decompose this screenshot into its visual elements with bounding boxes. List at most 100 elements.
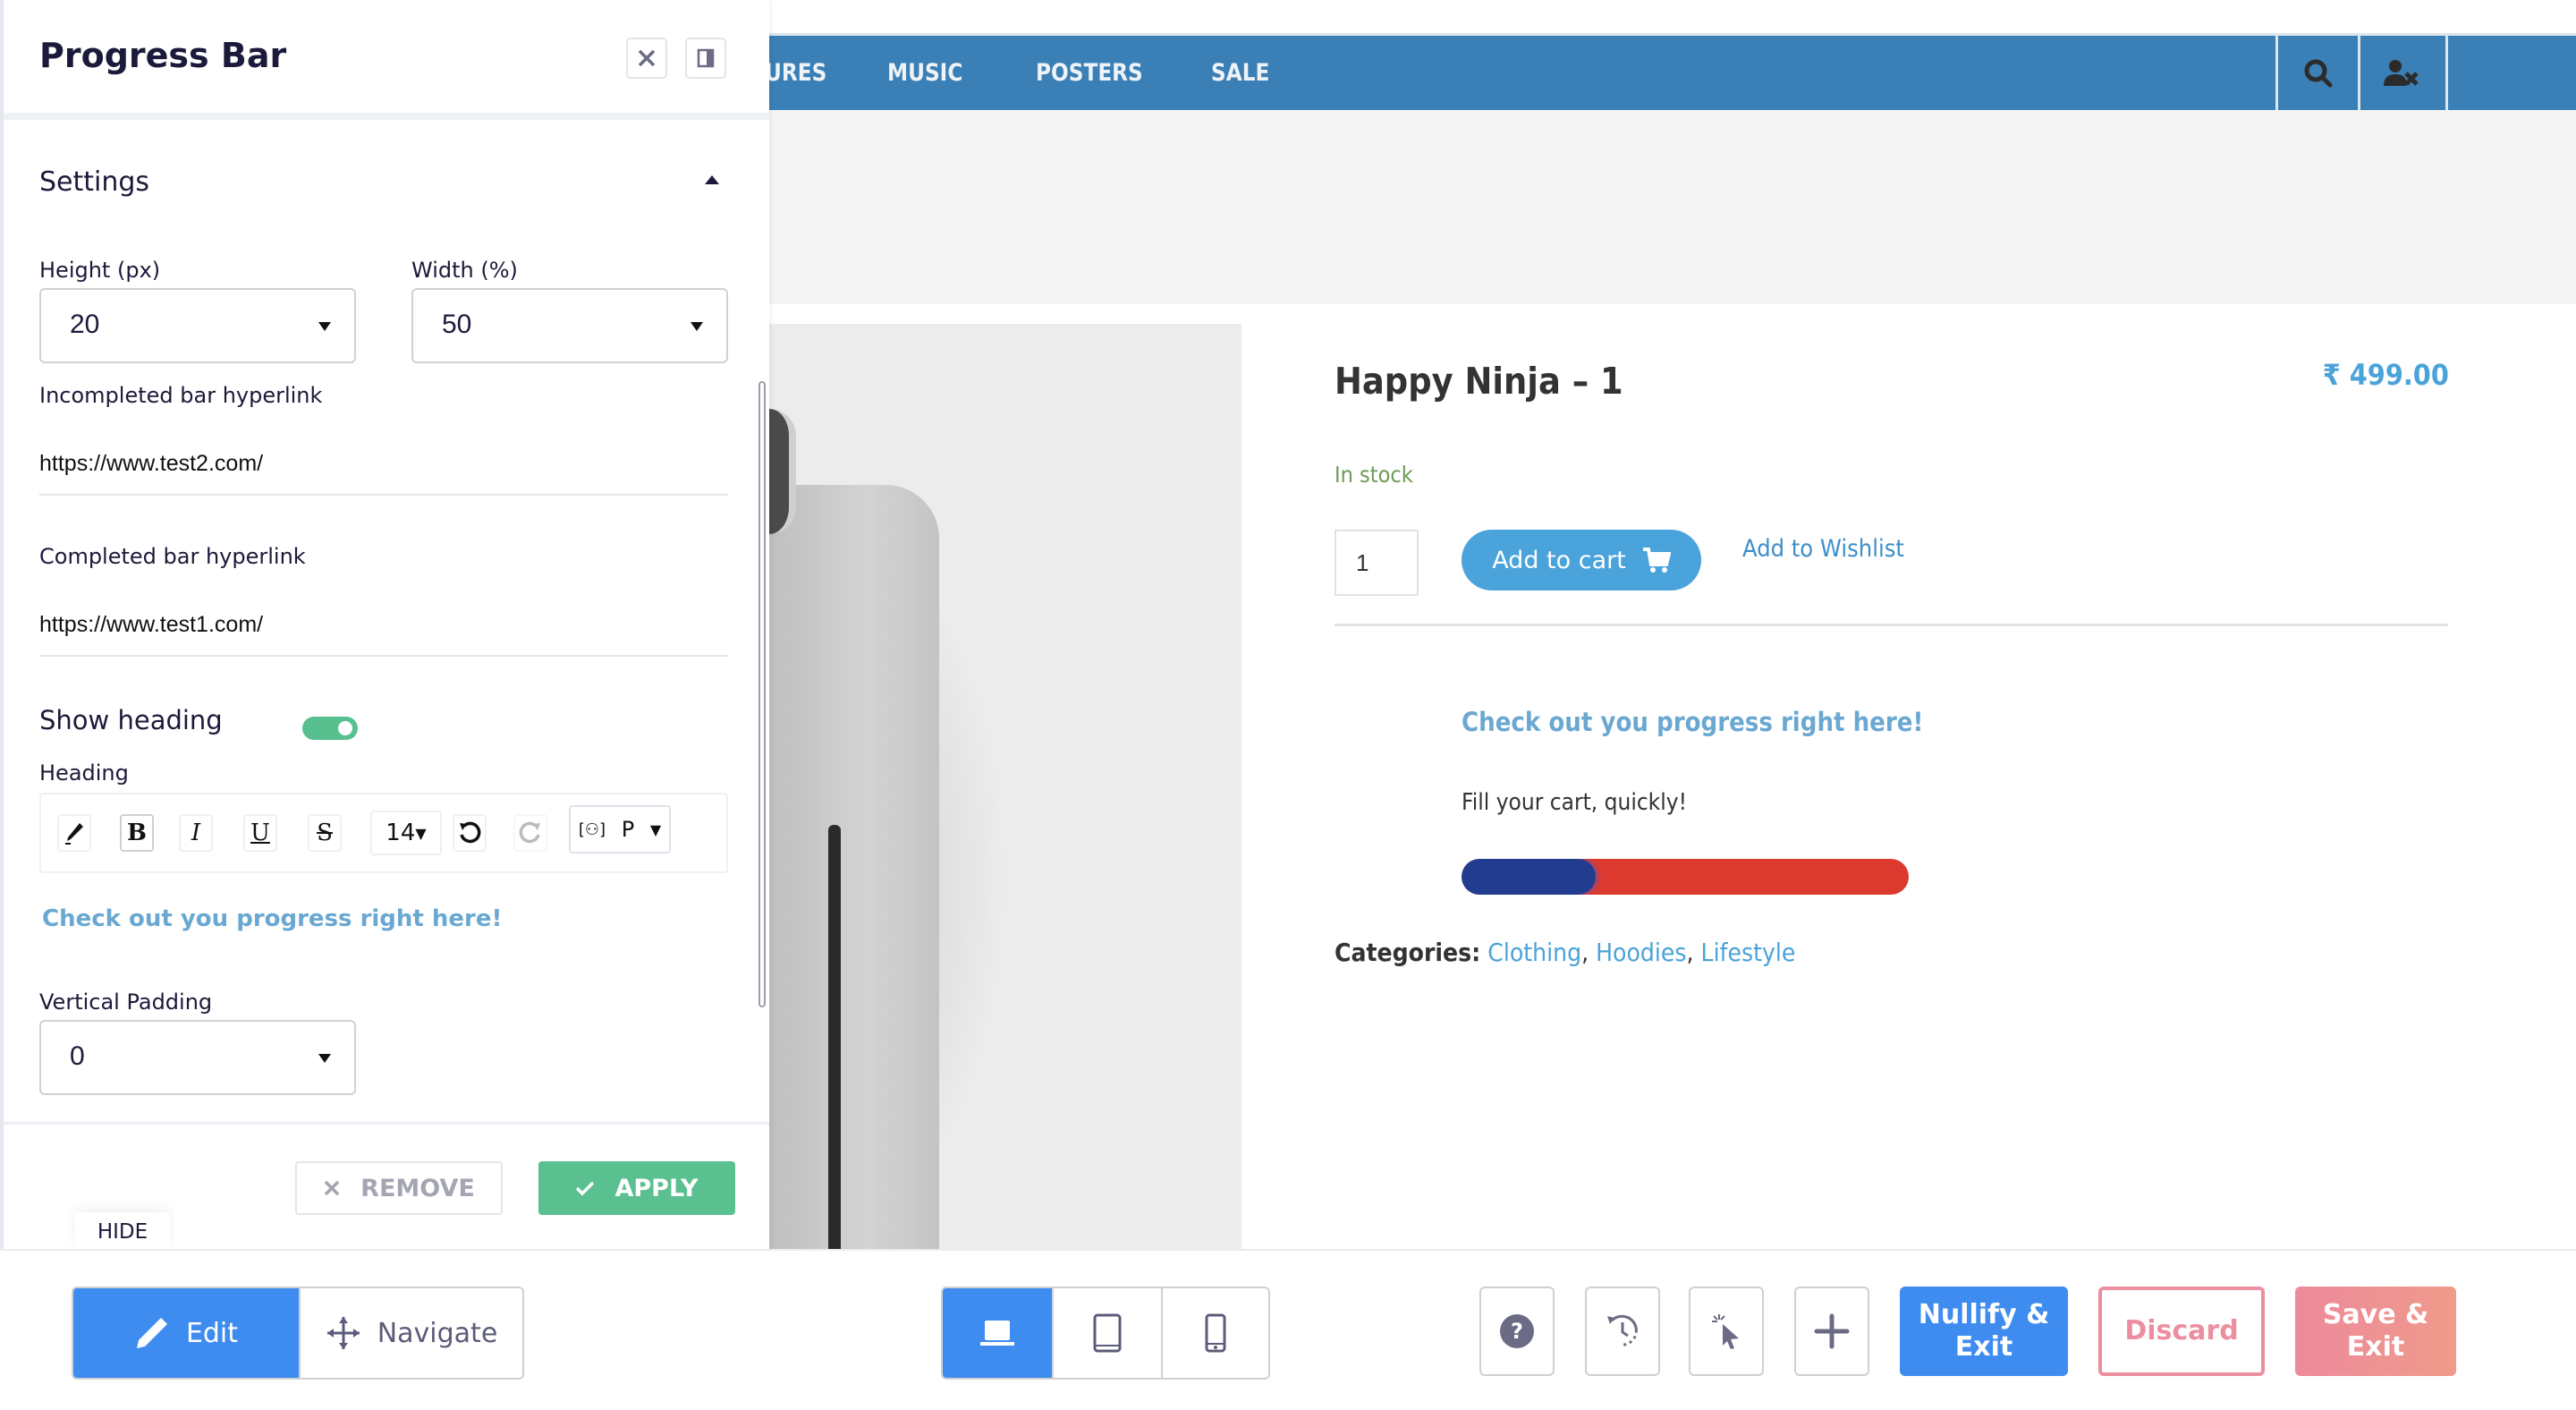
- vertical-padding-select[interactable]: 0: [39, 1020, 356, 1095]
- nav-item-sale[interactable]: SALE: [1211, 36, 1269, 110]
- heading-preview[interactable]: Check out you progress right here!: [42, 905, 502, 932]
- mode-switch: Edit Navigate: [72, 1287, 524, 1380]
- progress-bar-incomplete[interactable]: [1462, 859, 1909, 895]
- move-arrows-icon: [326, 1317, 360, 1349]
- progress-bar-complete[interactable]: [1462, 859, 1596, 895]
- heading-label: Heading: [39, 760, 129, 786]
- help-button[interactable]: ?: [1479, 1287, 1555, 1376]
- close-button[interactable]: [626, 38, 667, 79]
- category-link-clothing[interactable]: Clothing: [1487, 938, 1581, 967]
- apply-label: APPLY: [614, 1174, 699, 1202]
- chevron-down-icon: ▼: [649, 820, 662, 838]
- discard-button[interactable]: Discard: [2098, 1287, 2265, 1376]
- phone-icon: [1205, 1313, 1226, 1353]
- height-value: 20: [70, 310, 100, 339]
- navigate-label: Navigate: [377, 1317, 498, 1349]
- sidebar-body: Settings Height (px) 20 Width (%) 50 Inc…: [4, 127, 766, 1122]
- help-icon: ?: [1500, 1314, 1534, 1348]
- navigate-mode-button[interactable]: Navigate: [299, 1288, 522, 1378]
- save-exit-button[interactable]: Save & Exit: [2295, 1287, 2456, 1376]
- dock-panel-icon: [697, 48, 715, 68]
- pencil-icon: [65, 823, 83, 845]
- history-icon: [1607, 1314, 1638, 1346]
- progress-subtext: Fill your cart, quickly!: [1462, 789, 1687, 816]
- chevron-down-icon: ▼: [415, 824, 427, 842]
- category-link-hoodies[interactable]: Hoodies: [1596, 938, 1686, 967]
- svg-text:?: ?: [1511, 1319, 1523, 1344]
- add-to-cart-button[interactable]: Add to cart: [1462, 530, 1701, 590]
- search-button[interactable]: [2278, 36, 2359, 110]
- cart-icon: [1642, 548, 1671, 573]
- mobile-view-button[interactable]: [1161, 1288, 1268, 1378]
- vertical-padding-label: Vertical Padding: [39, 990, 213, 1015]
- font-size-select[interactable]: 14 ▼: [370, 811, 442, 855]
- height-label: Height (px): [39, 258, 161, 283]
- nav-item-features[interactable]: URES: [765, 36, 826, 110]
- category-link-lifestyle[interactable]: Lifestyle: [1701, 938, 1796, 967]
- account-button[interactable]: [2360, 36, 2441, 110]
- separator: ,: [1581, 938, 1597, 967]
- arm-shadow: [828, 825, 841, 1249]
- strikethrough-icon: S: [317, 820, 333, 846]
- history-button[interactable]: [1585, 1287, 1660, 1376]
- remove-button[interactable]: REMOVE: [295, 1161, 503, 1215]
- width-value: 50: [442, 310, 472, 339]
- stock-status: In stock: [1335, 462, 1413, 488]
- strikethrough-button[interactable]: S: [308, 814, 342, 852]
- complete-link-input[interactable]: https://www.test1.com/: [39, 612, 263, 638]
- close-icon: [638, 49, 656, 67]
- heading-editor[interactable]: B I U S 14 ▼ [⚇] P ▼: [39, 793, 728, 873]
- bold-button[interactable]: B: [120, 814, 154, 852]
- edit-mode-button[interactable]: Edit: [73, 1288, 299, 1378]
- show-heading-toggle[interactable]: [302, 717, 358, 740]
- height-select[interactable]: 20: [39, 288, 356, 363]
- dock-panel-button[interactable]: [685, 38, 726, 79]
- chevron-down-icon: [318, 322, 331, 331]
- section-title[interactable]: Settings: [39, 166, 149, 198]
- incomplete-link-input[interactable]: https://www.test2.com/: [39, 451, 263, 477]
- product-image[interactable]: [769, 324, 1241, 1249]
- desktop-view-button[interactable]: [943, 1288, 1052, 1378]
- progress-heading: Check out you progress right here!: [1462, 707, 1924, 737]
- incomplete-link-label: Incompleted bar hyperlink: [39, 383, 323, 408]
- width-select[interactable]: 50: [411, 288, 728, 363]
- edit-label: Edit: [185, 1317, 239, 1349]
- pencil-icon: [136, 1318, 167, 1348]
- search-icon: [2304, 59, 2333, 87]
- categories: Categories: Clothing, Hoodies, Lifestyle: [1335, 938, 1795, 967]
- quantity-input[interactable]: 1: [1335, 530, 1419, 596]
- nav-item-posters[interactable]: POSTERS: [1036, 36, 1143, 110]
- remove-label: REMOVE: [360, 1174, 475, 1202]
- add-to-wishlist-link[interactable]: Add to Wishlist: [1742, 535, 1904, 563]
- chevron-down-icon: [318, 1054, 331, 1063]
- check-icon: [576, 1181, 595, 1196]
- text-color-button[interactable]: [57, 814, 91, 852]
- collapse-caret-icon[interactable]: [705, 175, 719, 184]
- nullify-exit-button[interactable]: Nullify & Exit: [1900, 1287, 2068, 1376]
- sidebar-header: Progress Bar: [4, 0, 769, 120]
- element-picker-button[interactable]: [1689, 1287, 1764, 1376]
- italic-button[interactable]: I: [179, 814, 213, 852]
- categories-label: Categories:: [1335, 938, 1481, 967]
- input-underline: [39, 494, 728, 496]
- apply-button[interactable]: APPLY: [538, 1161, 735, 1215]
- underline-button[interactable]: U: [243, 814, 277, 852]
- hide-sidebar-tab[interactable]: HIDE: [75, 1212, 170, 1249]
- italic-icon: I: [191, 820, 201, 846]
- show-heading-label: Show heading: [39, 705, 223, 735]
- tablet-view-button[interactable]: [1052, 1288, 1161, 1378]
- nav-item-music[interactable]: MUSIC: [887, 36, 962, 110]
- product-price: ₹ 499.00: [2322, 358, 2449, 392]
- width-label: Width (%): [411, 258, 518, 283]
- complete-link-label: Completed bar hyperlink: [39, 544, 306, 569]
- chevron-down-icon: [691, 322, 703, 331]
- undo-icon: [460, 821, 481, 844]
- block-format-select[interactable]: [⚇] P ▼: [569, 805, 671, 854]
- hoodie-shape: [769, 485, 939, 1249]
- device-switch: [941, 1287, 1270, 1380]
- redo-button[interactable]: [513, 814, 547, 852]
- add-element-button[interactable]: [1794, 1287, 1869, 1376]
- sidebar-scrollbar[interactable]: [758, 381, 766, 1007]
- font-size-value: 14: [386, 820, 416, 846]
- undo-button[interactable]: [453, 814, 487, 852]
